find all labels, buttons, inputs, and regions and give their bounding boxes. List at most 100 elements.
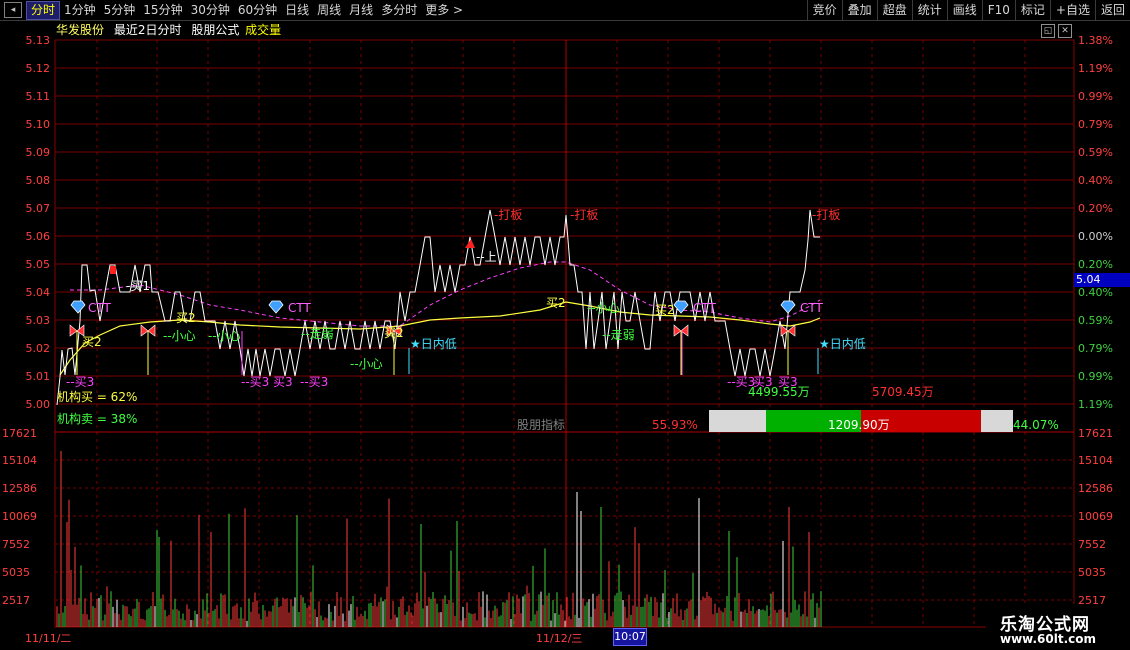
annotation-inst-sell: 机构卖 = 38%: [57, 411, 137, 426]
vol-tick-left: 7552: [2, 538, 30, 551]
annotation-buy1: -买1: [126, 279, 150, 293]
period-tabs: 分时 1分钟 5分钟 15分钟 30分钟 60分钟 日线 周线 月线 多分时 更多 >: [26, 0, 467, 20]
price-tick-right: 0.40%: [1078, 286, 1113, 299]
annotation-amount-mid: 1209.90万: [828, 418, 890, 432]
annotation-right-pct: 44.07%: [1013, 418, 1059, 432]
vol-tick-left: 17621: [2, 427, 37, 440]
restore-window-icon[interactable]: ◱: [1041, 24, 1055, 38]
price-tick-left: 5.10: [26, 118, 51, 131]
annotation-buy2-a: 买2: [82, 335, 102, 349]
price-tick-left: 5.09: [26, 146, 51, 159]
price-tick-right: 0.40%: [1078, 174, 1113, 187]
vol-tick-left: 5035: [2, 566, 30, 579]
current-price-tag: 5.04: [1074, 273, 1130, 287]
price-tick-right: 0.00%: [1078, 230, 1113, 243]
function-button-1[interactable]: 叠加: [841, 0, 877, 20]
annotation-limit-a: -打板: [494, 208, 522, 222]
function-button-6[interactable]: 标记: [1014, 0, 1050, 20]
vol-tick-right: 15104: [1078, 454, 1113, 467]
annotation-careful-d: --小心: [587, 301, 620, 315]
chart-canvas[interactable]: 5.135.125.115.105.095.085.075.065.055.04…: [0, 0, 1130, 650]
period-tab-1[interactable]: 1分钟: [60, 0, 100, 20]
function-button-5[interactable]: F10: [981, 0, 1015, 20]
price-tick-right: 0.79%: [1078, 118, 1113, 131]
price-tick-left: 5.00: [26, 398, 51, 411]
price-tick-left: 5.07: [26, 202, 51, 215]
indicator-bar-white-right: [981, 410, 1013, 432]
vol-tick-right: 10069: [1078, 510, 1113, 523]
vol-tick-right: 5035: [1078, 566, 1106, 579]
price-tick-left: 5.01: [26, 370, 51, 383]
formula-label[interactable]: 股朋公式: [191, 23, 239, 37]
period-tab-7[interactable]: 周线: [313, 0, 345, 20]
annotation-left-pct: 55.93%: [652, 418, 698, 432]
annotation-amount-left: 4499.55万: [748, 385, 810, 399]
annotation-buy3-b: --买3: [241, 375, 269, 389]
period-label[interactable]: 最近2日分时: [114, 23, 182, 37]
close-window-icon[interactable]: ✕: [1058, 24, 1072, 38]
vol-tick-right: 7552: [1078, 538, 1106, 551]
annotation-buy3-c: 买3: [273, 375, 293, 389]
annotation-buy2-c: 买2: [384, 326, 404, 340]
annotation-intraday-low-a: ★日内低: [410, 337, 457, 351]
annotation-limit-b: -打板: [570, 208, 598, 222]
diamond-icon: [780, 300, 796, 314]
price-axis-right: 1.38% 1.19% 0.99% 0.79% 0.59% 0.40% 0.20% 0.00%…: [1078, 34, 1113, 411]
indicator-bar-white-left: [709, 410, 766, 432]
annotation-careful-b: --小心: [208, 329, 241, 343]
annotation-ctt-b: CTT: [288, 301, 311, 315]
price-tick-right: 0.59%: [1078, 146, 1113, 159]
chart-info-line: 华发股份 最近2日分时 股朋公式 成交量: [0, 21, 281, 39]
function-button-4[interactable]: 画线: [946, 0, 982, 20]
annotation-careful-c: --小心: [350, 357, 383, 371]
price-tick-left: 5.12: [26, 62, 51, 75]
vol-tick-left: 10069: [2, 510, 37, 523]
annotation-amount-right: 5709.45万: [872, 385, 934, 399]
period-tab-3[interactable]: 15分钟: [139, 0, 186, 20]
period-tab-2[interactable]: 5分钟: [100, 0, 140, 20]
period-tab-8[interactable]: 月线: [345, 0, 377, 20]
annotation-buy2-e: 买2: [655, 303, 675, 317]
annotation-buy2-b: 买2: [176, 311, 196, 325]
price-tick-right: 1.19%: [1078, 398, 1113, 411]
watermark-logo: 乐淘公式网 www.60lt.com: [986, 604, 1130, 650]
price-tick-right: 0.59%: [1078, 314, 1113, 327]
up-triangle-icon: [465, 239, 475, 248]
price-tick-right: 0.99%: [1078, 90, 1113, 103]
price-tick-right: 1.38%: [1078, 34, 1113, 47]
function-button-2[interactable]: 超盘: [876, 0, 912, 20]
function-button-8[interactable]: 返回: [1094, 0, 1130, 20]
function-button-3[interactable]: 统计: [911, 0, 947, 20]
annotation-weak-a: --走弱: [301, 327, 334, 341]
vol-tick-left: 12586: [2, 482, 37, 495]
vol-tick-left: 2517: [2, 594, 30, 607]
vol-tick-right: 17621: [1078, 427, 1113, 440]
period-tab-10[interactable]: 更多 >: [421, 0, 467, 20]
period-tab-9[interactable]: 多分时: [377, 0, 421, 20]
annotation-weak-b: --走弱: [602, 328, 635, 342]
price-tick-left: 5.08: [26, 174, 51, 187]
diamond-icon: [673, 300, 689, 314]
price-tick-left: 5.03: [26, 314, 51, 327]
price-tick-right: 0.79%: [1078, 342, 1113, 355]
time-cursor-label: 10:07: [613, 628, 647, 646]
diamond-icon: [70, 300, 86, 314]
date-label-day1: 11/11/二: [25, 632, 72, 645]
function-button-7[interactable]: +自选: [1049, 0, 1095, 20]
annotation-buy2-d: 买2: [546, 296, 566, 310]
price-tick-left: 5.05: [26, 258, 51, 271]
volume-label: 成交量: [245, 23, 282, 37]
period-tab-4[interactable]: 30分钟: [187, 0, 234, 20]
period-tab-6[interactable]: 日线: [281, 0, 313, 20]
period-tab-0[interactable]: 分时: [26, 0, 61, 20]
period-tab-5[interactable]: 60分钟: [234, 0, 281, 20]
price-tick-right: 1.19%: [1078, 62, 1113, 75]
diamond-icon: [268, 300, 284, 314]
function-button-0[interactable]: 竞价: [806, 0, 842, 20]
annotation-ctt-d: CTT: [800, 301, 823, 315]
price-tick-left: 5.06: [26, 230, 51, 243]
menu-toggle-icon[interactable]: ◂: [4, 2, 22, 18]
price-tick-right: 0.20%: [1078, 258, 1113, 271]
annotation-ctt-a: CTT: [88, 301, 111, 315]
vol-tick-left: 15104: [2, 454, 37, 467]
